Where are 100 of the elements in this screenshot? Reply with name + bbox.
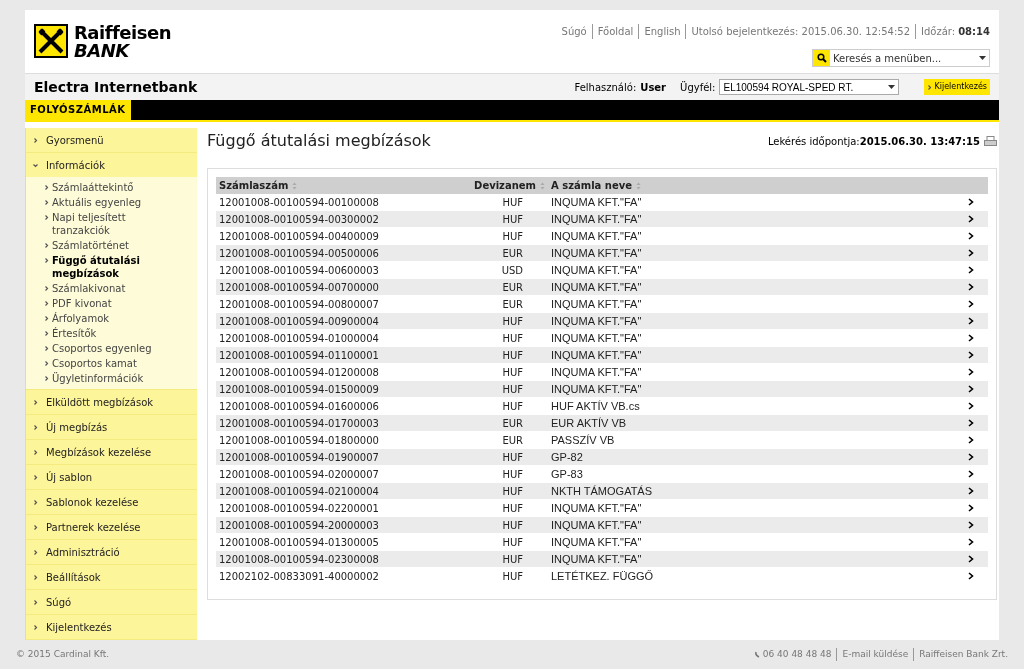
query-time: 2015.06.30. 13:47:15 <box>859 134 980 149</box>
sidebar-subitem[interactable]: Számlakivonat <box>44 281 193 296</box>
table-cell-text: 12001008-00100594-02200001 <box>218 501 380 516</box>
table-row[interactable]: 12001008-00100594-02300008 HUF INQUMA KFT."FA" <box>216 551 988 568</box>
chevron-right-icon[interactable] <box>968 453 974 461</box>
query-time-label: Lekérés időpontja: <box>767 134 860 149</box>
table-row[interactable]: 12001008-00100594-00500006 EUR INQUMA KFT."FA" <box>216 245 988 262</box>
header-link[interactable]: Főoldal <box>591 24 639 39</box>
print-icon[interactable] <box>984 135 997 147</box>
sidebar-item[interactable]: Súgó <box>26 590 197 614</box>
footer-link[interactable]: E-mail küldése <box>836 647 914 662</box>
sidebar-item[interactable]: Kijelentkezés <box>26 615 197 639</box>
sidebar-subitem[interactable]: Árfolyamok <box>44 311 193 326</box>
chevron-right-icon[interactable] <box>968 436 974 444</box>
sidebar-item[interactable]: Információk <box>26 153 197 177</box>
header-link[interactable]: English <box>638 24 686 39</box>
chevron-right-icon[interactable] <box>968 283 974 291</box>
chevron-right-icon[interactable] <box>968 266 974 274</box>
sidebar-subitem[interactable]: Csoportos kamat <box>44 356 193 371</box>
chevron-right-icon[interactable] <box>968 538 974 546</box>
footer-link[interactable]: Raiffeisen Bank Zrt. <box>913 647 1008 662</box>
tab[interactable]: FOLYÓSZÁMLÁK <box>25 99 131 120</box>
column-header[interactable]: A számla neve <box>548 178 988 193</box>
sidebar-subitem[interactable]: Számlatörténet <box>44 238 193 253</box>
chevron-right-icon <box>33 549 38 555</box>
table-row[interactable]: 12001008-00100594-00700000 EUR INQUMA KFT."FA" <box>216 279 988 296</box>
table-cell-text: 12001008-00100594-20000003 <box>218 518 380 533</box>
sidebar-subitem[interactable]: Értesítők <box>44 326 193 341</box>
chevron-right-icon[interactable] <box>968 555 974 563</box>
chevron-right-icon <box>44 331 49 336</box>
table-cell-text: INQUMA KFT."FA" <box>550 228 643 244</box>
table-cell-text: 12001008-00100594-00800007 <box>218 297 380 312</box>
table-row[interactable]: 12001008-00100594-01500009 HUF INQUMA KFT."FA" <box>216 381 988 398</box>
table-cell-text: 12001008-00100594-00700000 <box>218 280 380 295</box>
chevron-right-icon[interactable] <box>968 504 974 512</box>
chevron-right-icon <box>44 215 49 220</box>
table-cell-text: GP-82 <box>550 449 584 465</box>
chevron-right-icon[interactable] <box>968 470 974 478</box>
sidebar-item[interactable]: Beállítások <box>26 565 197 589</box>
logo-icon <box>34 24 68 58</box>
sidebar-subitem[interactable]: Aktuális egyenleg <box>44 195 193 210</box>
chevron-right-icon[interactable] <box>968 198 974 206</box>
chevron-right-icon[interactable] <box>968 419 974 427</box>
sidebar-subitem[interactable]: Függő átutalási megbízások <box>44 253 193 281</box>
chevron-right-icon[interactable] <box>968 385 974 393</box>
column-header[interactable]: Devizanem <box>471 178 548 193</box>
chevron-right-icon[interactable] <box>968 351 974 359</box>
sidebar-item[interactable]: Gyorsmenü <box>26 128 197 152</box>
sidebar-subitem[interactable]: Csoportos egyenleg <box>44 341 193 356</box>
timeout-value: 08:14 <box>957 25 990 39</box>
table-cell-text: INQUMA KFT."FA" <box>550 347 643 363</box>
dropdown-arrow-icon <box>979 56 986 60</box>
chevron-right-icon[interactable] <box>968 521 974 529</box>
client-select[interactable]: EL100594 ROYAL-SPED RT. <box>719 79 900 96</box>
chevron-right-icon[interactable] <box>968 402 974 410</box>
table-cell-text: HUF <box>501 348 524 363</box>
table-cell-text: 12001008-00100594-00300002 <box>218 212 380 227</box>
sidebar-subitem[interactable]: PDF kivonat <box>44 296 193 311</box>
chevron-right-icon[interactable] <box>968 317 974 325</box>
chevron-right-icon[interactable] <box>968 572 974 580</box>
table-cell-text: HUF <box>501 212 524 227</box>
logout-button[interactable]: Kijelentkezés <box>924 79 990 96</box>
sidebar-item[interactable]: Elküldött megbízások <box>26 390 197 414</box>
table-row[interactable]: 12001008-00100594-00900004 HUF INQUMA KFT."FA" <box>216 313 988 330</box>
table-row[interactable]: 12001008-00100594-01100001 HUF INQUMA KFT."FA" <box>216 347 988 364</box>
table-row[interactable]: 12001008-00100594-01900007 HUF GP-82 <box>216 449 988 466</box>
chevron-right-icon[interactable] <box>968 232 974 240</box>
user-name: User <box>640 80 667 95</box>
chevron-right-icon[interactable] <box>968 487 974 495</box>
table-cell-text: EUR <box>501 433 524 448</box>
chevron-right-icon[interactable] <box>968 334 974 342</box>
sidebar-subitem[interactable]: Napi teljesített tranzakciók <box>44 210 193 238</box>
table-cell-text: HUF <box>501 518 524 533</box>
sidebar-item[interactable]: Partnerek kezelése <box>26 515 197 539</box>
sidebar-item[interactable]: Megbízások kezelése <box>26 440 197 464</box>
sidebar-item[interactable]: Új megbízás <box>26 415 197 439</box>
table-row[interactable]: 12001008-00100594-02100004 HUF NKTH TÁMOGATÁS <box>216 483 988 500</box>
sidebar-item[interactable]: Új sablon <box>26 465 197 489</box>
table-cell-text: EUR AKTÍV VB <box>550 415 628 431</box>
table-cell-text: HUF <box>501 484 524 499</box>
chevron-right-icon[interactable] <box>968 215 974 223</box>
table-cell-text: EUR <box>501 246 524 261</box>
table-row[interactable]: 12001008-00100594-20000003 HUF INQUMA KFT."FA" <box>216 517 988 534</box>
table-cell-text: USD <box>500 263 524 278</box>
sidebar-subitem[interactable]: Számlaáttekintő <box>44 180 193 195</box>
header-link[interactable]: Súgó <box>556 24 592 39</box>
table-cell-text: 12002102-00833091-40000002 <box>218 569 380 584</box>
table-cell-text: 12001008-00100594-00100008 <box>218 195 380 210</box>
chevron-right-icon <box>927 84 933 90</box>
column-header[interactable]: Számlaszám <box>216 178 471 193</box>
menu-search-field[interactable]: Keresés a menüben... <box>812 49 990 67</box>
sidebar-item[interactable]: Adminisztráció <box>26 540 197 564</box>
sidebar-item[interactable]: Sablonok kezelése <box>26 490 197 514</box>
chevron-right-icon[interactable] <box>968 368 974 376</box>
table-cell-text: EUR <box>501 416 524 431</box>
table-row[interactable]: 12001008-00100594-01700003 EUR EUR AKTÍV VB <box>216 415 988 432</box>
chevron-right-icon[interactable] <box>968 300 974 308</box>
sidebar-subitem[interactable]: Ügyletinformációk <box>44 371 193 386</box>
table-row[interactable]: 12001008-00100594-00300002 HUF INQUMA KFT."FA" <box>216 211 988 228</box>
chevron-right-icon[interactable] <box>968 249 974 257</box>
